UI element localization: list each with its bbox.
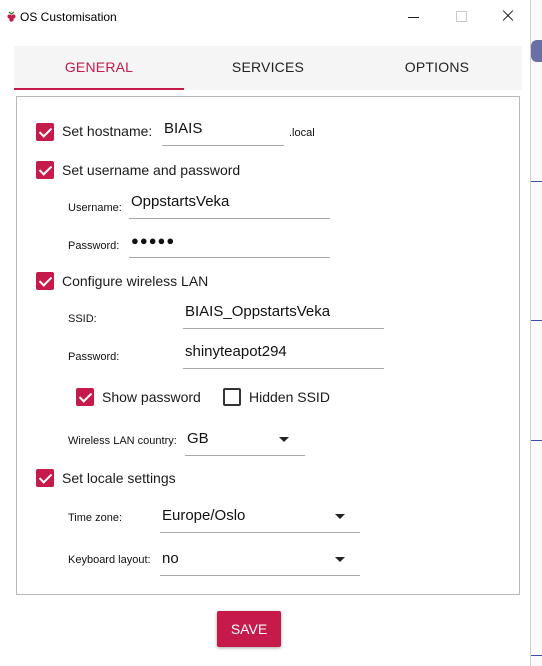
- wlan-password-label: Password:: [68, 351, 120, 363]
- background-window-divider: [531, 181, 542, 182]
- show-password-label: Show password: [102, 389, 201, 405]
- minimize-icon[interactable]: [404, 6, 424, 26]
- locale-label: Set locale settings: [62, 470, 176, 486]
- password-label: Password:: [68, 240, 120, 252]
- user-checkbox[interactable]: [36, 161, 54, 179]
- hostname-suffix: .local: [289, 127, 315, 139]
- hidden-ssid-checkbox[interactable]: [223, 388, 241, 406]
- raspberry-icon: [7, 11, 16, 22]
- wlan-checkbox[interactable]: [36, 272, 54, 290]
- wlan-country-label: Wireless LAN country:: [68, 435, 177, 447]
- window-title: OS Customisation: [20, 10, 117, 24]
- tab-bar: GENERAL SERVICES OPTIONS: [14, 46, 522, 90]
- wlan-country-select[interactable]: GB: [185, 426, 305, 456]
- tab-services[interactable]: SERVICES: [184, 46, 352, 90]
- hidden-ssid-label: Hidden SSID: [249, 389, 330, 405]
- title-bar: OS Customisation: [0, 0, 530, 34]
- keyboard-value: no: [162, 550, 179, 567]
- locale-checkbox[interactable]: [36, 469, 54, 487]
- wlan-password-input[interactable]: shinyteapot294: [183, 339, 384, 369]
- maximize-icon[interactable]: [452, 6, 472, 26]
- tab-general[interactable]: GENERAL: [14, 46, 184, 90]
- dropdown-caret-icon: [335, 557, 345, 562]
- dropdown-caret-icon: [279, 437, 289, 442]
- background-window-divider: [531, 320, 542, 321]
- ssid-label: SSID:: [68, 313, 97, 325]
- wlan-label: Configure wireless LAN: [62, 273, 209, 289]
- tab-options[interactable]: OPTIONS: [352, 46, 522, 90]
- hostname-checkbox[interactable]: [36, 123, 54, 141]
- hostname-input[interactable]: BIAIS: [162, 116, 284, 146]
- keyboard-select[interactable]: no: [160, 546, 360, 576]
- dropdown-caret-icon: [335, 514, 345, 519]
- background-window-divider: [531, 440, 542, 441]
- ssid-input[interactable]: BIAIS_OppstartsVeka: [183, 299, 384, 329]
- username-input[interactable]: OppstartsVeka: [129, 189, 330, 219]
- background-window-button: [531, 40, 542, 62]
- wlan-country-value: GB: [187, 430, 209, 447]
- keyboard-label: Keyboard layout:: [68, 554, 151, 566]
- timezone-select[interactable]: Europe/Oslo: [160, 503, 360, 533]
- background-window-divider: [531, 655, 542, 656]
- background-window-edge: [530, 0, 542, 666]
- close-icon[interactable]: [498, 6, 518, 26]
- username-label: Username:: [68, 202, 122, 214]
- timezone-label: Time zone:: [68, 512, 123, 524]
- show-password-checkbox[interactable]: [76, 388, 94, 406]
- timezone-value: Europe/Oslo: [162, 507, 246, 524]
- user-label: Set username and password: [62, 162, 241, 178]
- hostname-label: Set hostname:: [62, 123, 153, 139]
- password-input[interactable]: ●●●●●: [129, 228, 330, 258]
- save-button[interactable]: SAVE: [217, 611, 281, 647]
